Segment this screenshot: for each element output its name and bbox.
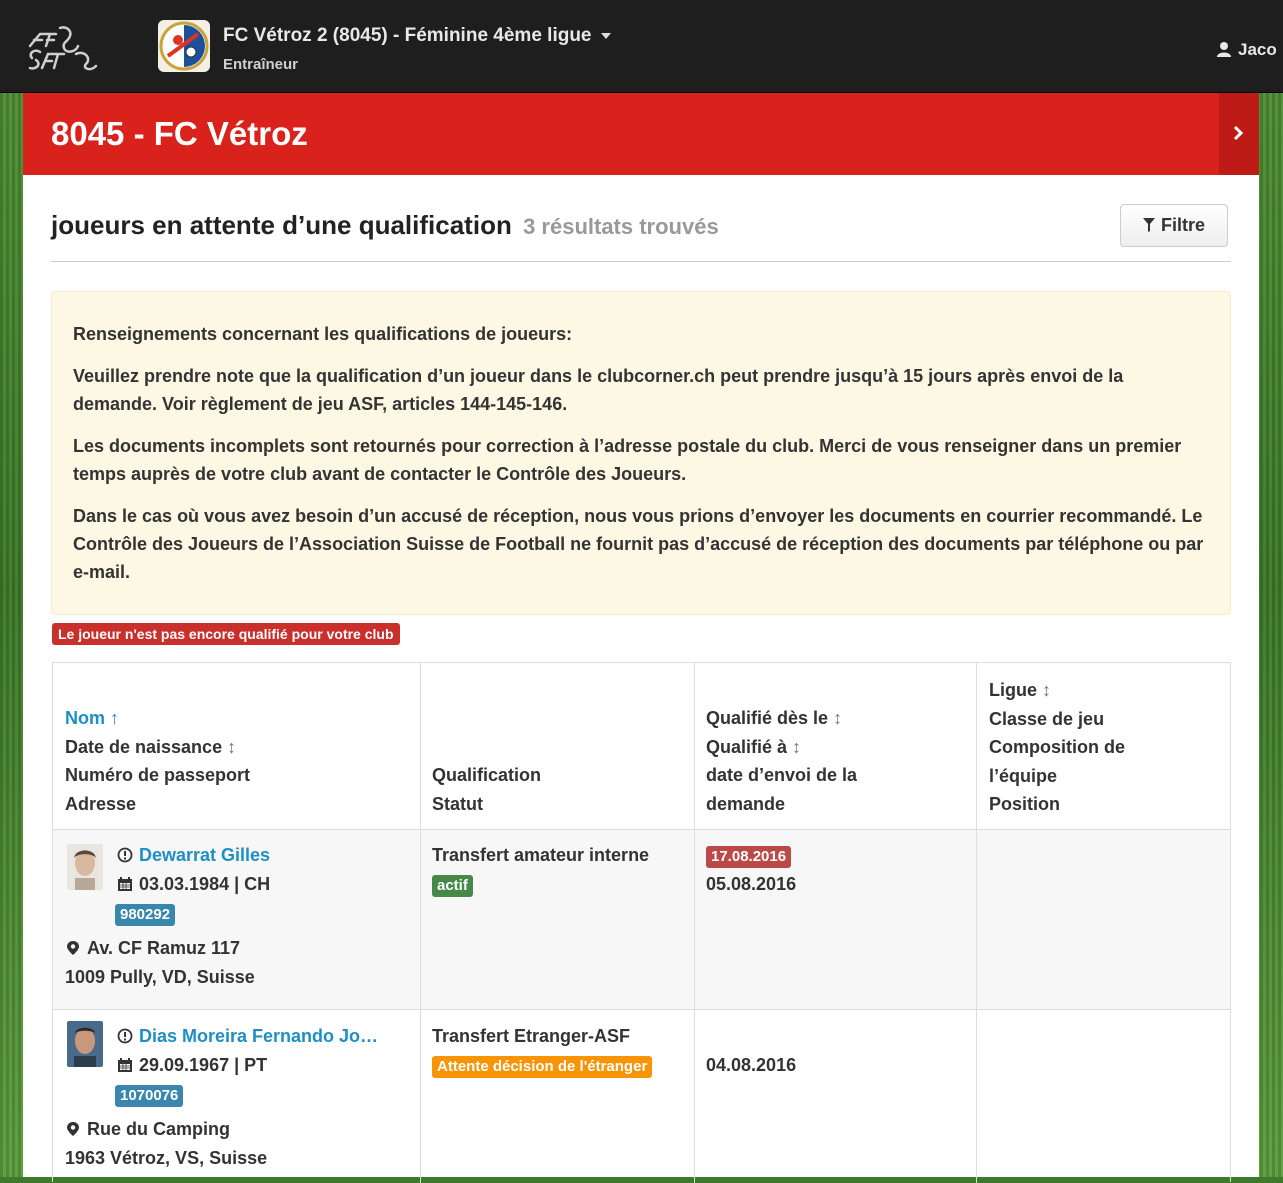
header-composition: Composition de (989, 737, 1125, 757)
map-marker-icon (67, 1122, 79, 1136)
avatar (67, 1021, 103, 1067)
address-city: 1963 Vétroz, VS, Suisse (65, 1147, 268, 1168)
address-city: 1009 Pully, VD, Suisse (65, 966, 255, 987)
address-cell: Rue du Camping 1963 Vétroz, VS, Suisse (65, 1115, 415, 1172)
sort-by-qual-from[interactable]: Qualifié dès le ↕ (706, 704, 966, 733)
sfv-logo-icon[interactable] (26, 24, 110, 74)
sort-icon: ↕ (792, 736, 802, 757)
row-divider (53, 1009, 1230, 1010)
info-alert: Renseignements concernant les qualificat… (51, 291, 1231, 615)
sent-date: 05.08.2016 (706, 873, 797, 894)
column-divider (694, 663, 695, 1183)
sort-icon: ↕ (1042, 680, 1052, 700)
map-marker-icon (67, 941, 79, 955)
section-heading: joueurs en attente d’une qualification 3… (51, 210, 719, 241)
legend-not-qualified: Le joueur n'est pas encore qualifié pour… (52, 623, 400, 645)
header-passport: Numéro de passeport (65, 765, 251, 785)
calendar-icon (118, 876, 132, 891)
passport-cell: 980292 (115, 899, 176, 928)
club-badge-icon[interactable] (158, 20, 210, 72)
user-name: Jaco (1238, 40, 1277, 59)
info-paragraph: Dans le cas où vous avez besoin d’un acc… (73, 506, 1204, 582)
status-badge: actif (432, 874, 473, 897)
header-col-league: Ligue ↕ Classe de jeu Composition de l’é… (989, 676, 1224, 819)
passport-badge: 1070076 (115, 1085, 184, 1107)
player-name-link[interactable]: Dewarrat Gilles (139, 845, 270, 865)
header-league: Ligue (989, 680, 1037, 700)
filter-icon (1142, 218, 1155, 232)
filter-button[interactable]: Filtre (1120, 204, 1228, 247)
dates-cell: 17.08.2016 05.08.2016 (706, 841, 966, 898)
row-divider (53, 829, 1230, 830)
header-dob: Date de naissance (65, 736, 223, 757)
sort-icon: ↕ (833, 708, 843, 728)
header-composition-2: l’équipe (989, 765, 1058, 786)
player-name-link[interactable]: Dias Moreira Fernando Jo… (139, 1026, 378, 1046)
sort-by-qual-to[interactable]: Qualifié à ↕ (706, 733, 966, 762)
user-menu[interactable]: Jaco (1216, 40, 1277, 60)
sort-asc-icon: ↑ (110, 708, 120, 728)
header-qual-to: Qualifié à (706, 736, 788, 757)
dates-cell: 04.08.2016 (706, 1051, 966, 1080)
user-role: Entraîneur (223, 56, 299, 73)
sort-by-name[interactable]: Nom ↑ (65, 704, 415, 733)
header-qualification: Qualification (432, 765, 542, 785)
top-navbar: FC Vétroz 2 (8045) - Féminine 4ème ligue… (0, 0, 1283, 93)
info-circle-icon[interactable] (117, 847, 133, 863)
qualification-cell: Transfert Etranger-ASF Attente décision … (432, 1022, 690, 1079)
player-name-cell: Dewarrat Gilles 03.03.1984 | CH (117, 841, 417, 898)
qualification-type: Transfert Etranger-ASF (432, 1026, 631, 1046)
header-sent-date-2: demande (706, 793, 786, 814)
sort-icon: ↕ (227, 736, 237, 757)
address-cell: Av. CF Ramuz 117 1009 Pully, VD, Suisse (65, 934, 415, 991)
header-address: Adresse (65, 793, 137, 814)
chevron-right-icon (1233, 125, 1243, 141)
address-street: Av. CF Ramuz 117 (87, 938, 241, 958)
result-count: 3 résultats trouvés (523, 214, 719, 239)
column-divider (976, 663, 977, 1183)
players-table: Nom ↑ Date de naissance ↕ Numéro de pass… (52, 662, 1231, 1183)
header-qual-from: Qualifié dès le (706, 708, 829, 728)
header-class: Classe de jeu (989, 708, 1105, 729)
player-dob: 29.09.1967 | PT (139, 1054, 268, 1075)
info-circle-icon[interactable] (117, 1028, 133, 1044)
header-status: Statut (432, 793, 483, 814)
address-street: Rue du Camping (87, 1119, 230, 1139)
header-nom: Nom (65, 708, 105, 728)
info-paragraph: Les documents incomplets sont retournés … (73, 436, 1182, 484)
caret-down-icon (600, 32, 611, 39)
section-title: joueurs en attente d’une qualification (51, 210, 512, 240)
player-dob: 03.03.1984 | CH (139, 873, 271, 894)
qualification-cell: Transfert amateur interne actif (432, 841, 687, 898)
passport-badge: 980292 (115, 904, 176, 926)
header-col-qualification: Qualification Statut (432, 761, 682, 818)
club-header: 8045 - FC Vétroz (23, 93, 1259, 175)
header-col-dates: Qualifié dès le ↕ Qualifié à ↕ date d’en… (706, 704, 966, 818)
passport-cell: 1070076 (115, 1080, 184, 1109)
sort-by-dob[interactable]: Date de naissance ↕ (65, 733, 415, 762)
sent-date: 04.08.2016 (706, 1055, 797, 1075)
user-icon (1217, 42, 1231, 57)
filter-label: Filtre (1160, 215, 1205, 235)
info-heading: Renseignements concernant les qualificat… (73, 324, 573, 344)
team-title-text: FC Vétroz 2 (8045) - Féminine 4ème ligue (223, 25, 592, 46)
header-position: Position (989, 794, 1060, 814)
info-paragraph: Veuillez prendre note que la qualificati… (73, 366, 1124, 414)
player-name-cell: Dias Moreira Fernando Jo… 29.09.1967 | P… (117, 1022, 417, 1079)
header-col-player: Nom ↑ Date de naissance ↕ Numéro de pass… (65, 704, 415, 818)
divider (51, 261, 1231, 262)
avatar (67, 844, 103, 890)
qualification-type: Transfert amateur interne (432, 845, 650, 865)
qualified-from-badge: 17.08.2016 (706, 846, 792, 868)
status-badge: Attente décision de l'étranger (432, 1055, 653, 1078)
club-title: 8045 - FC Vétroz (51, 115, 308, 152)
sidebar-toggle-button[interactable] (1219, 93, 1259, 175)
header-sent-date: date d’envoi de la (706, 765, 858, 785)
column-divider (420, 663, 421, 1183)
team-selector[interactable]: FC Vétroz 2 (8045) - Féminine 4ème ligue (223, 25, 611, 47)
sort-by-league[interactable]: Ligue ↕ (989, 676, 1224, 705)
main-panel: 8045 - FC Vétroz joueurs en attente d’un… (23, 93, 1259, 1183)
calendar-icon (118, 1057, 132, 1072)
